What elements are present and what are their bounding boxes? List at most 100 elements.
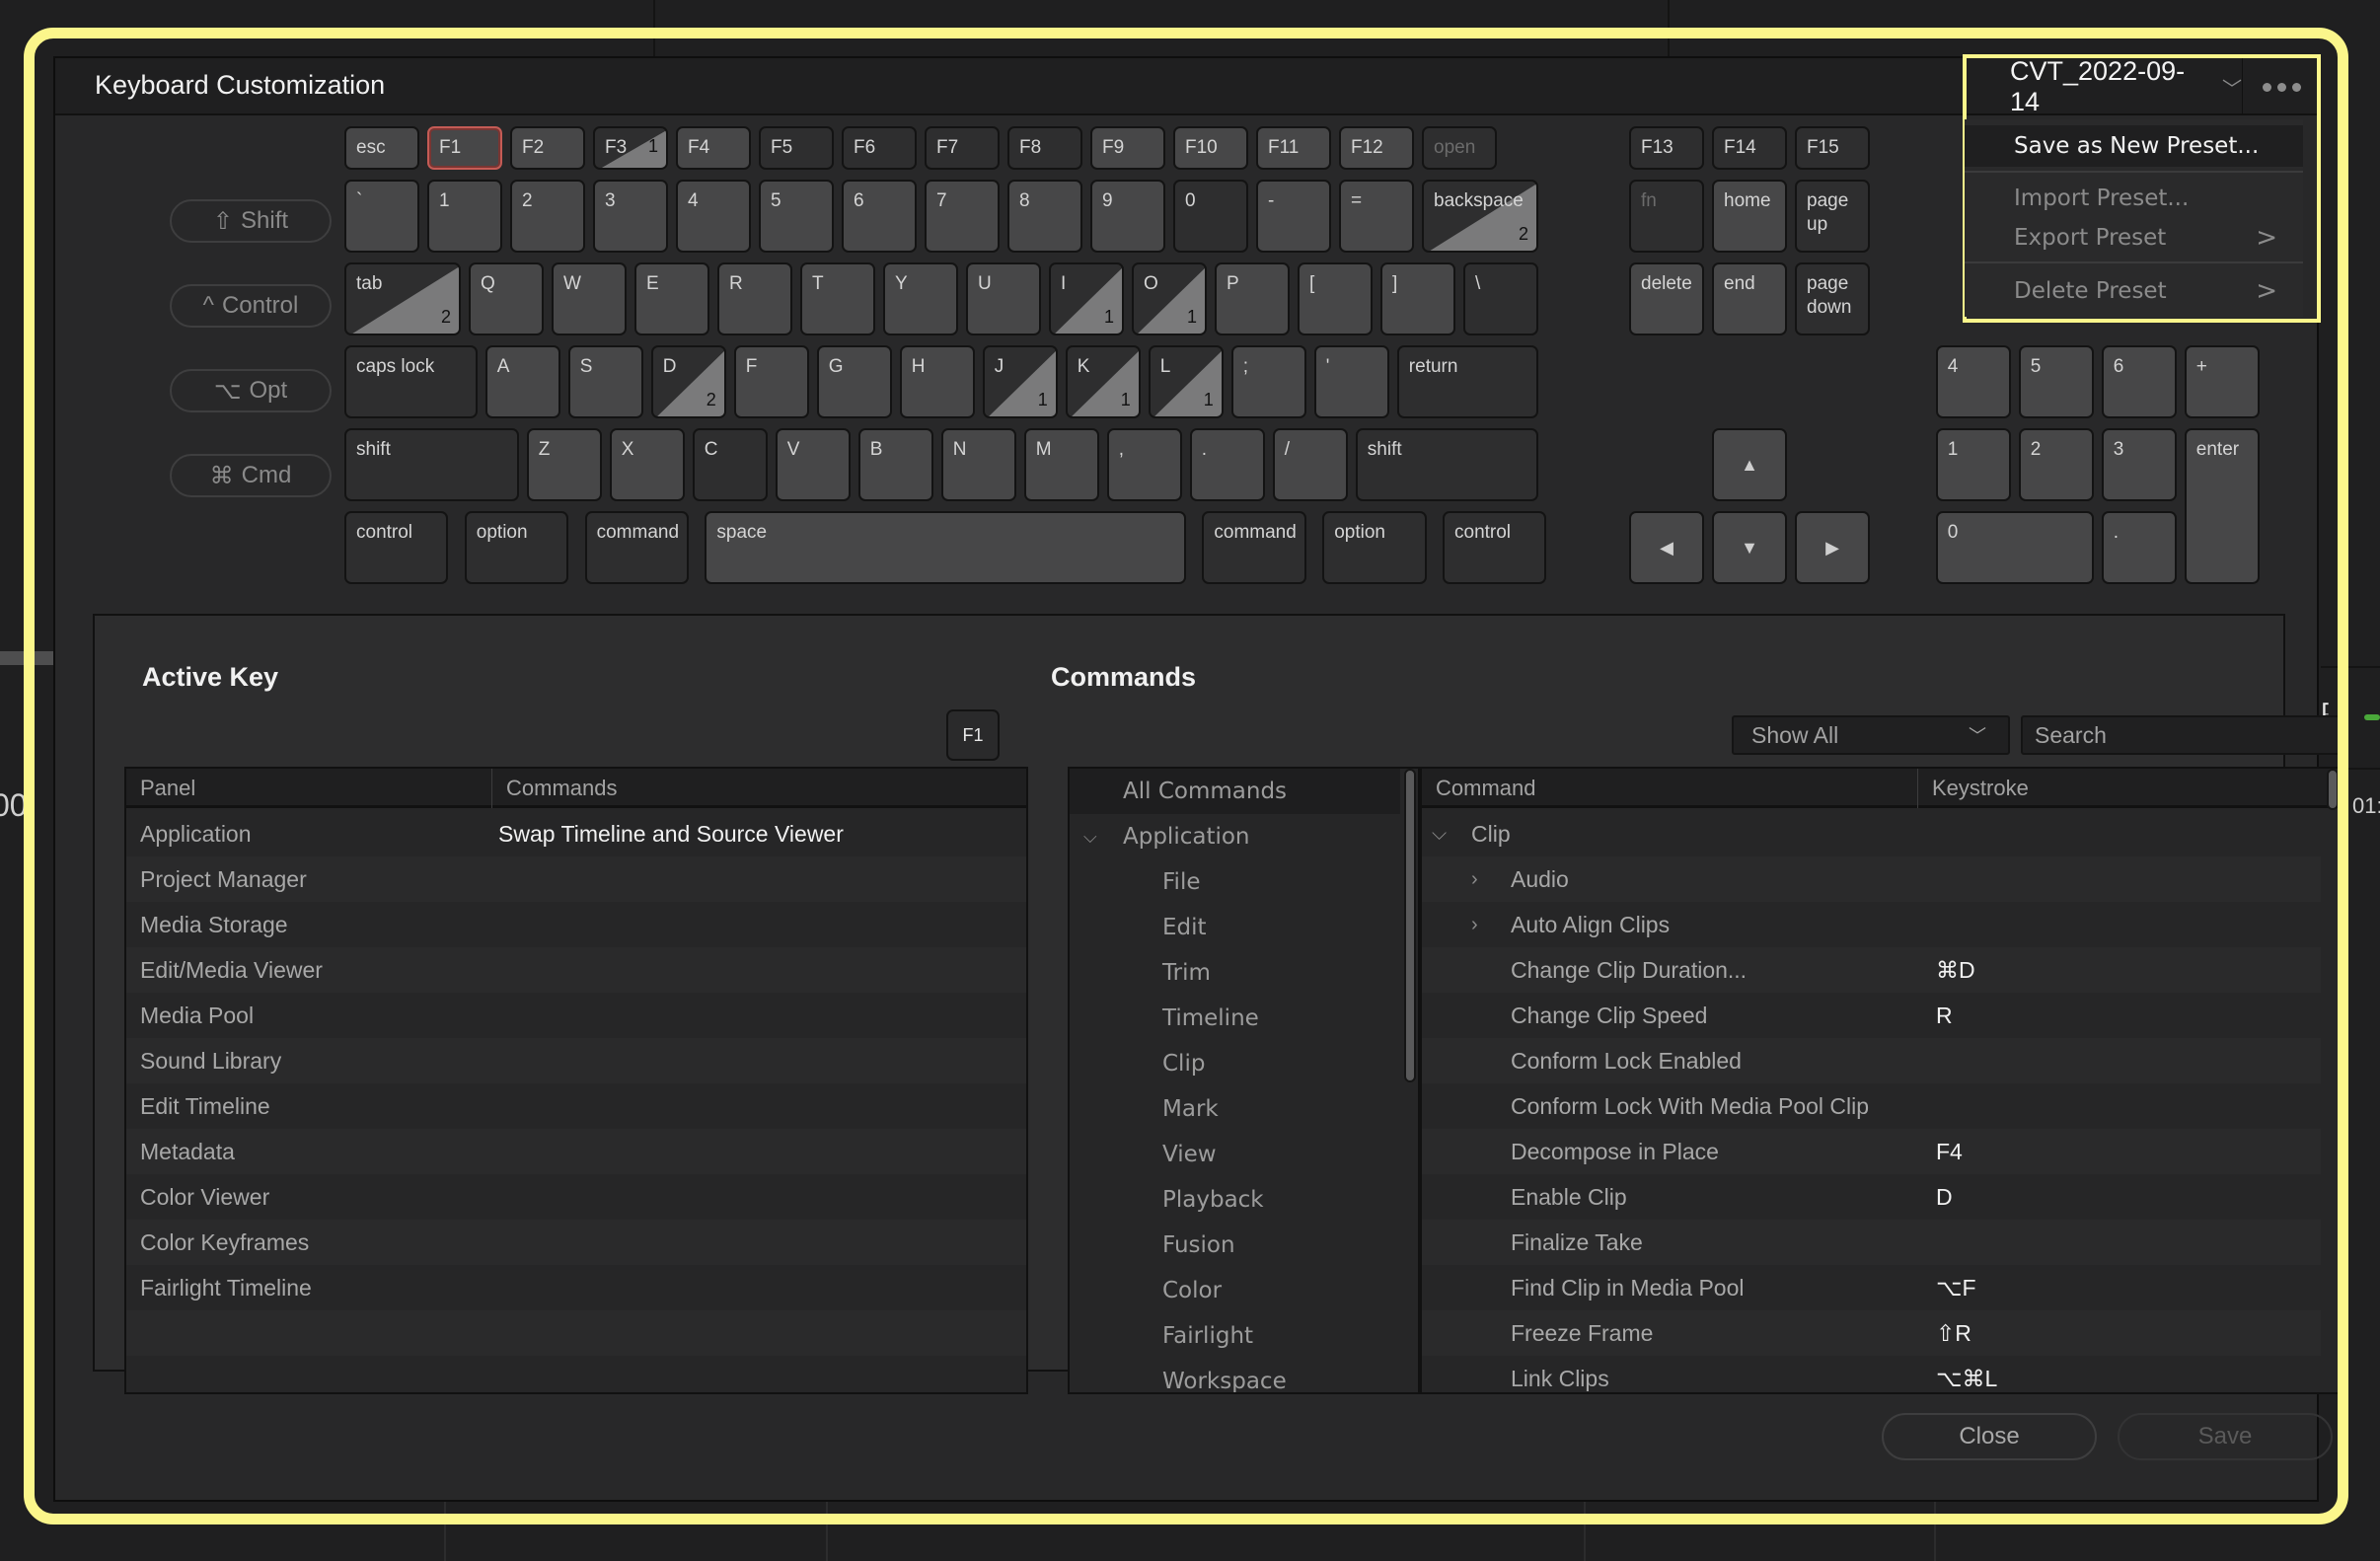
menu-item-save-as-new-preset[interactable]: Save as New Preset... xyxy=(1965,125,2303,167)
column-header-panel[interactable]: Panel xyxy=(126,769,491,808)
active-key-row[interactable]: Color Keyframes xyxy=(126,1220,1026,1265)
more-options-button[interactable] xyxy=(2244,58,2319,115)
key-quote[interactable]: ' xyxy=(1313,345,1389,418)
search-input[interactable] xyxy=(2021,715,2341,755)
key-q[interactable]: Q xyxy=(469,262,544,335)
active-key-row[interactable]: Fairlight Timeline xyxy=(126,1265,1026,1310)
active-key-row[interactable]: Media Pool xyxy=(126,993,1026,1038)
key-5[interactable]: 5 xyxy=(759,180,834,253)
key-n[interactable]: N xyxy=(940,428,1016,501)
modifier-cmd-button[interactable]: ⌘ Cmd xyxy=(170,454,332,497)
key-end[interactable]: end xyxy=(1712,262,1787,335)
chevron-right-icon[interactable]: › xyxy=(1471,868,1478,891)
key-u[interactable]: U xyxy=(966,262,1041,335)
active-key-row[interactable]: Edit/Media Viewer xyxy=(126,947,1026,993)
key-i[interactable]: 1I xyxy=(1049,262,1124,335)
key-pageup[interactable]: page up xyxy=(1795,180,1870,253)
show-filter-dropdown[interactable]: Show All ﹀ xyxy=(1732,715,2010,755)
category-item[interactable]: Clip xyxy=(1070,1041,1400,1086)
key-return[interactable]: return xyxy=(1396,345,1538,418)
key-lcontrol[interactable]: control xyxy=(344,511,449,584)
command-row[interactable]: ⌵ Clip xyxy=(1422,811,2321,856)
key-pagedown[interactable]: page down xyxy=(1795,262,1870,335)
key-9[interactable]: 9 xyxy=(1090,180,1165,253)
key-capslock[interactable]: caps lock xyxy=(344,345,478,418)
commands-scrollbar[interactable] xyxy=(2327,769,2339,810)
chevron-down-icon[interactable]: ⌵ xyxy=(1083,827,1097,848)
key-p[interactable]: P xyxy=(1215,262,1290,335)
key-v[interactable]: V xyxy=(775,428,851,501)
key-e[interactable]: E xyxy=(634,262,709,335)
key-c[interactable]: C xyxy=(692,428,768,501)
key-s[interactable]: S xyxy=(567,345,643,418)
key-loption[interactable]: option xyxy=(464,511,569,584)
command-row[interactable]: › Audio xyxy=(1422,856,2321,902)
key-slash[interactable]: / xyxy=(1272,428,1348,501)
key-npenter[interactable]: enter xyxy=(2184,428,2260,584)
key-npplus[interactable]: + xyxy=(2184,345,2260,418)
key-y[interactable]: Y xyxy=(883,262,958,335)
column-header-command[interactable]: Command xyxy=(1422,769,1917,808)
command-row[interactable]: Conform Lock With Media Pool Clip xyxy=(1422,1083,2321,1129)
key-backslash[interactable]: \ xyxy=(1463,262,1538,335)
key-np4[interactable]: 4 xyxy=(1935,345,2011,418)
key-f8[interactable]: F8 xyxy=(1007,126,1082,170)
key-comma[interactable]: , xyxy=(1106,428,1182,501)
key-f14[interactable]: F14 xyxy=(1712,126,1787,170)
key-m[interactable]: M xyxy=(1023,428,1099,501)
active-key-row[interactable]: Media Storage xyxy=(126,902,1026,947)
key-np3[interactable]: 3 xyxy=(2101,428,2177,501)
active-key-row[interactable]: Color Viewer xyxy=(126,1174,1026,1220)
command-row[interactable]: Freeze Frame ⇧R xyxy=(1422,1310,2321,1356)
key-t[interactable]: T xyxy=(800,262,875,335)
key-right[interactable]: ▶ xyxy=(1795,511,1870,584)
key-minus[interactable]: - xyxy=(1256,180,1331,253)
active-key-row[interactable]: Sound Library xyxy=(126,1038,1026,1083)
key-down[interactable]: ▼ xyxy=(1712,511,1787,584)
key-rcommand[interactable]: command xyxy=(1202,511,1306,584)
command-row[interactable]: Decompose in Place F4 xyxy=(1422,1129,2321,1174)
key-up[interactable]: ▲ xyxy=(1712,428,1787,501)
key-fn[interactable]: fn xyxy=(1629,180,1704,253)
active-key-row[interactable]: Project Manager xyxy=(126,856,1026,902)
key-8[interactable]: 8 xyxy=(1007,180,1082,253)
command-row[interactable]: Link Clips ⌥⌘L xyxy=(1422,1356,2321,1392)
active-key-row[interactable]: Metadata xyxy=(126,1129,1026,1174)
key-left[interactable]: ◀ xyxy=(1629,511,1704,584)
key-tab[interactable]: 2 tab xyxy=(344,262,461,335)
key-f11[interactable]: F11 xyxy=(1256,126,1331,170)
key-np0[interactable]: 0 xyxy=(1935,511,2094,584)
key-rbracket[interactable]: ] xyxy=(1380,262,1455,335)
category-item[interactable]: Fusion xyxy=(1070,1223,1400,1268)
chevron-right-icon[interactable]: › xyxy=(1471,914,1478,936)
category-item[interactable]: Mark xyxy=(1070,1086,1400,1132)
key-j[interactable]: 1J xyxy=(982,345,1058,418)
key-f7[interactable]: F7 xyxy=(925,126,1000,170)
preset-dropdown[interactable]: CVT_2022-09-14 ﹀ xyxy=(1967,56,2243,116)
close-button[interactable]: Close xyxy=(1882,1413,2097,1460)
key-f5[interactable]: F5 xyxy=(759,126,834,170)
modifier-opt-button[interactable]: ⌥ Opt xyxy=(170,369,332,412)
key-d[interactable]: 2D xyxy=(650,345,726,418)
key-4[interactable]: 4 xyxy=(676,180,751,253)
key-f6[interactable]: F6 xyxy=(842,126,917,170)
key-x[interactable]: X xyxy=(609,428,685,501)
category-item[interactable]: Timeline xyxy=(1070,996,1400,1041)
key-lbracket[interactable]: [ xyxy=(1298,262,1373,335)
key-space[interactable]: space xyxy=(705,511,1186,584)
key-f2[interactable]: F2 xyxy=(510,126,585,170)
key-0[interactable]: 0 xyxy=(1173,180,1248,253)
category-item[interactable]: Workspace xyxy=(1070,1359,1400,1392)
key-a[interactable]: A xyxy=(484,345,560,418)
category-item[interactable]: Edit xyxy=(1070,905,1400,950)
command-row[interactable]: Change Clip Speed R xyxy=(1422,993,2321,1038)
key-k[interactable]: 1K xyxy=(1065,345,1141,418)
key-b[interactable]: B xyxy=(857,428,933,501)
key-semicolon[interactable]: ; xyxy=(1230,345,1306,418)
key-g[interactable]: G xyxy=(816,345,892,418)
modifier-control-button[interactable]: ^ Control xyxy=(170,284,332,328)
key-f12[interactable]: F12 xyxy=(1339,126,1414,170)
command-row[interactable]: Change Clip Duration... ⌘D xyxy=(1422,947,2321,993)
key-z[interactable]: Z xyxy=(526,428,602,501)
modifier-shift-button[interactable]: ⇧ Shift xyxy=(170,199,332,243)
